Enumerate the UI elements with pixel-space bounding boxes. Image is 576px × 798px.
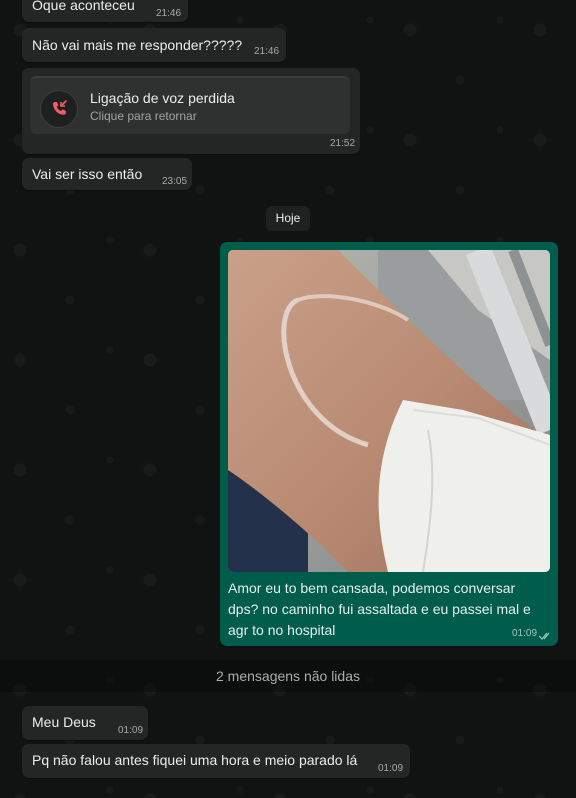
unread-messages-label: 2 mensagens não lidas	[216, 668, 360, 684]
message-time: 21:46	[156, 8, 182, 19]
message-text: Vai ser isso então	[32, 166, 143, 182]
missed-call-icon	[40, 90, 78, 128]
message-photo[interactable]	[228, 250, 550, 572]
message-text: Não vai mais me responder?????	[32, 37, 243, 53]
missed-call-title: Ligação de voz perdida	[90, 90, 235, 106]
message-text: Pq não falou antes fiquei uma hora e mei…	[32, 752, 358, 768]
outgoing-photo-message[interactable]: Amor eu to bem cansada, podemos conversa…	[220, 242, 558, 646]
double-check-icon	[538, 628, 552, 646]
message-time: 21:52	[330, 138, 356, 149]
incoming-message[interactable]: Meu Deus 01:09	[22, 706, 148, 740]
incoming-message[interactable]: Vai ser isso então 23:05	[22, 158, 192, 190]
message-time: 01:09	[378, 763, 404, 774]
message-time: 01:09	[118, 725, 144, 736]
incoming-message[interactable]: Não vai mais me responder????? 21:46	[22, 28, 286, 62]
unread-messages-divider: 2 mensagens não lidas	[0, 660, 576, 692]
message-text: Meu Deus	[32, 714, 96, 730]
message-time: 23:05	[162, 176, 188, 187]
message-time: 21:46	[254, 46, 280, 57]
incoming-message[interactable]: Oque aconteceu 21:46	[22, 0, 188, 22]
date-divider: Hoje	[266, 206, 310, 231]
missed-call-subtitle: Clique para retornar	[90, 109, 197, 123]
incoming-message[interactable]: Pq não falou antes fiquei uma hora e mei…	[22, 744, 410, 778]
message-time: 01:09	[512, 628, 538, 639]
missed-call-card[interactable]: Ligação de voz perdida Clique para retor…	[30, 76, 350, 134]
photo-caption: Amor eu to bem cansada, podemos conversa…	[228, 580, 531, 638]
missed-call-message[interactable]: Ligação de voz perdida Clique para retor…	[22, 68, 360, 154]
message-text: Oque aconteceu	[32, 0, 135, 13]
